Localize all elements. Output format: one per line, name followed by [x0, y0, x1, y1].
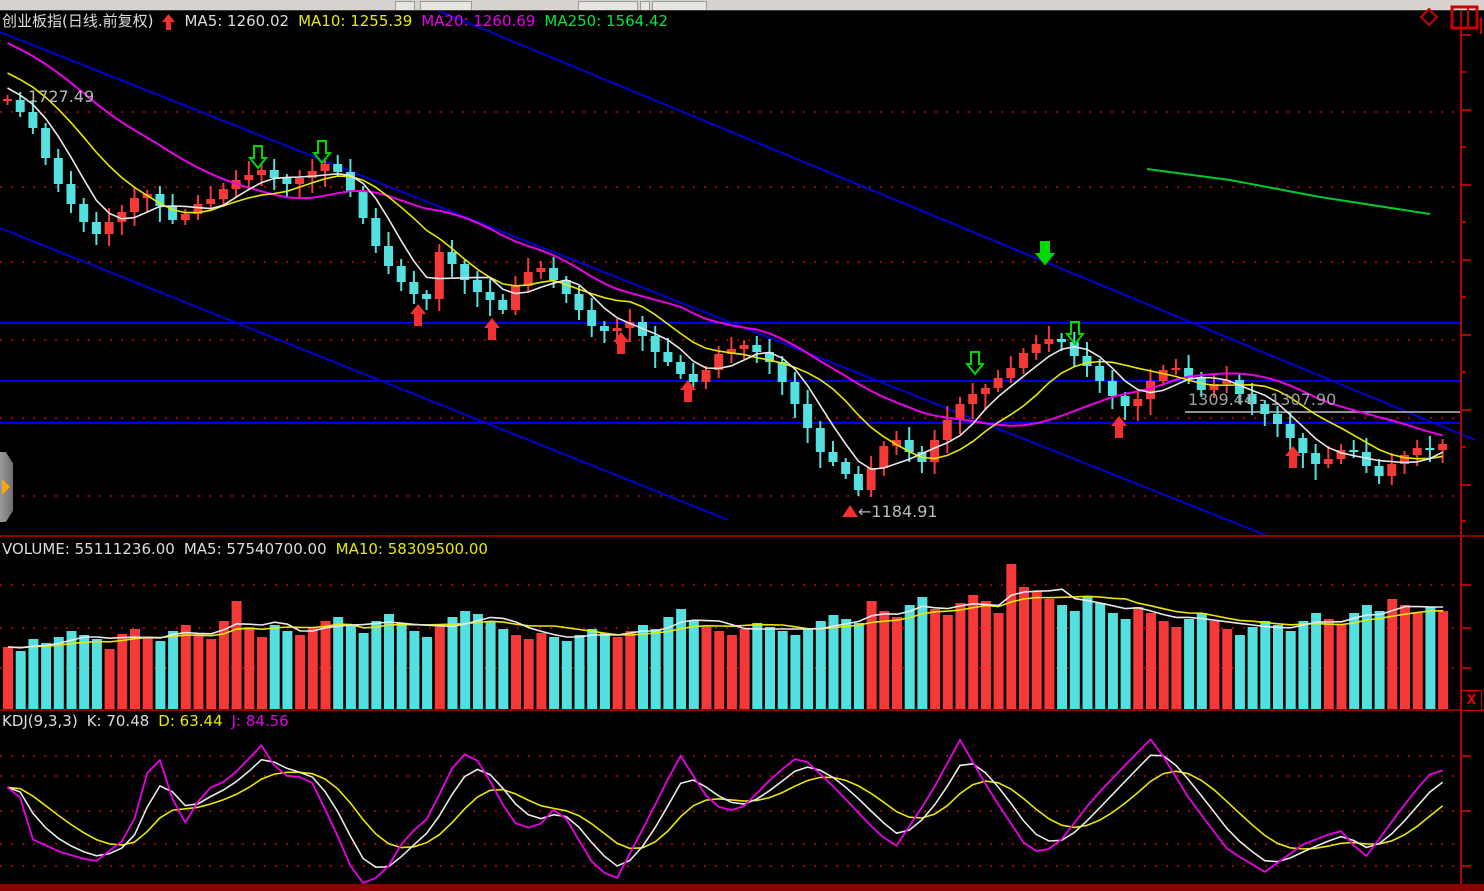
low-point-marker: [842, 505, 858, 517]
toolbar-segment: [640, 1, 650, 10]
chart-canvas[interactable]: [0, 0, 1484, 891]
symbol-title: 创业板指(日线.前复权): [2, 13, 153, 30]
ma5-value: MA5: 1260.02: [184, 13, 289, 30]
sell-signal-arrow: [250, 146, 266, 168]
toolbar-segment: [420, 1, 472, 10]
j-value: J: 84.56: [232, 713, 289, 730]
buy-signal-arrow: [484, 318, 500, 340]
sidebar-expand-handle[interactable]: [0, 452, 13, 522]
kdj-name: KDJ(9,3,3): [2, 713, 78, 730]
toolbar-segment: [652, 1, 707, 10]
ma250-line: [1147, 169, 1430, 214]
expand-arrow-icon: [2, 479, 10, 495]
main-panel-header: 创业板指(日线.前复权) MA5: 1260.02 MA10: 1255.39 …: [2, 13, 668, 30]
k-value: K: 70.48: [87, 713, 150, 730]
volume-ma10-value: MA10: 58309500.00: [336, 541, 488, 558]
d-value: D: 63.44: [158, 713, 222, 730]
window-icon[interactable]: [1452, 7, 1481, 34]
kdj-panel-header: KDJ(9,3,3) K: 70.48 D: 63.44 J: 84.56: [2, 713, 289, 730]
toolbar-segment: [395, 1, 415, 10]
up-arrow-icon: [162, 14, 175, 30]
low-price-label: ←1184.91: [858, 502, 938, 521]
volume-panel-header: VOLUME: 55111236.00 MA5: 57540700.00 MA1…: [2, 541, 488, 558]
gridlines: [0, 112, 1460, 866]
toolbar-bottom-strip: [0, 0, 1484, 11]
signal-arrows: [250, 141, 1301, 517]
ma250-value: MA250: 1564.42: [544, 13, 668, 30]
trading-app-window: 创业板指(日线.前复权) MA5: 1260.02 MA10: 1255.39 …: [0, 0, 1484, 891]
kdj-lines: [8, 740, 1443, 884]
volume-value: VOLUME: 55111236.00: [2, 541, 175, 558]
indicator-close-button[interactable]: X: [1461, 690, 1482, 711]
volume-bars: [3, 564, 1448, 709]
axis: [0, 10, 1484, 884]
diamond-icon[interactable]: [1421, 9, 1437, 25]
ma10-value: MA10: 1255.39: [298, 13, 412, 30]
high-price-label: 1727.49: [28, 87, 94, 106]
trend-lines: [0, 10, 1475, 536]
corner-icons: [1415, 4, 1484, 36]
candles: [3, 92, 1447, 497]
toolbar-segment: [578, 1, 638, 10]
range-price-label: 1309.44 - 1307.90: [1188, 390, 1336, 409]
ma20-value: MA20: 1260.69: [421, 13, 535, 30]
window-bottom-border: [0, 884, 1484, 891]
volume-ma5-value: MA5: 57540700.00: [184, 541, 327, 558]
sell-signal-arrow: [1037, 242, 1053, 264]
sell-signal-arrow: [967, 352, 983, 374]
buy-signal-arrow: [613, 332, 629, 354]
